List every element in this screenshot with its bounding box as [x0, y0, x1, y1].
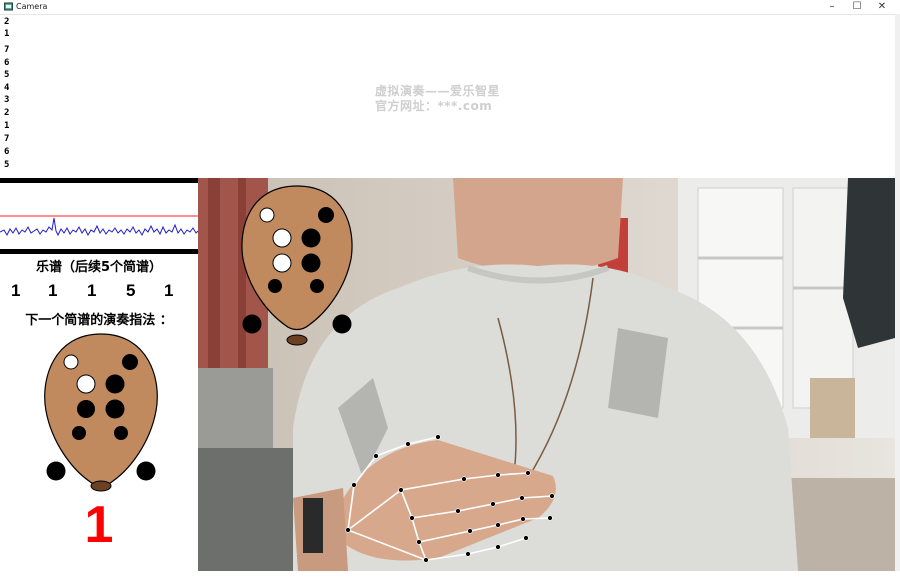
camera-app-icon: [4, 2, 13, 11]
upcoming-note: 1: [87, 281, 97, 300]
upcoming-notes: 1 1 1 5 1: [0, 281, 198, 301]
scale-note: 1: [4, 121, 10, 131]
score-title: 乐谱（后续5个简谱）: [35, 260, 163, 275]
upcoming-note: 1: [48, 281, 58, 300]
upcoming-note: 1: [11, 281, 21, 300]
audio-waveform: [0, 185, 198, 249]
scale-note: 7: [4, 45, 10, 55]
minimize-button[interactable]: –: [820, 0, 844, 14]
maximize-button[interactable]: ☐: [845, 0, 869, 14]
scale-note: 6: [4, 58, 10, 68]
camera-ocarina-overlay: [241, 185, 353, 346]
scale-note: 1: [4, 29, 10, 39]
window-scrollbar[interactable]: [895, 14, 900, 571]
window-title-bar: Camera – ☐ ✕: [0, 0, 900, 15]
upcoming-note: 5: [126, 281, 136, 300]
next-note-number: 1: [84, 496, 114, 554]
close-button[interactable]: ✕: [870, 0, 894, 14]
fingering-title: 下一个简谱的演奏指法 ：: [25, 313, 173, 328]
scale-note: 6: [4, 147, 10, 157]
scale-note: 2: [4, 108, 10, 118]
scale-note: 7: [4, 134, 10, 144]
scale-note: 4: [4, 83, 10, 93]
divider-top: [0, 178, 198, 183]
divider-bottom: [0, 249, 198, 254]
scale-note: 3: [4, 95, 10, 105]
window-title: Camera: [16, 2, 48, 11]
scale-note: 5: [4, 160, 10, 170]
scale-note: 5: [4, 70, 10, 80]
upcoming-note: 1: [164, 281, 174, 300]
ocarina-fingering-icon: [44, 333, 158, 492]
watermark-line-2: 官方网址：***.com: [375, 99, 493, 113]
scale-note: 2: [4, 17, 10, 27]
camera-feed: [198, 178, 895, 571]
